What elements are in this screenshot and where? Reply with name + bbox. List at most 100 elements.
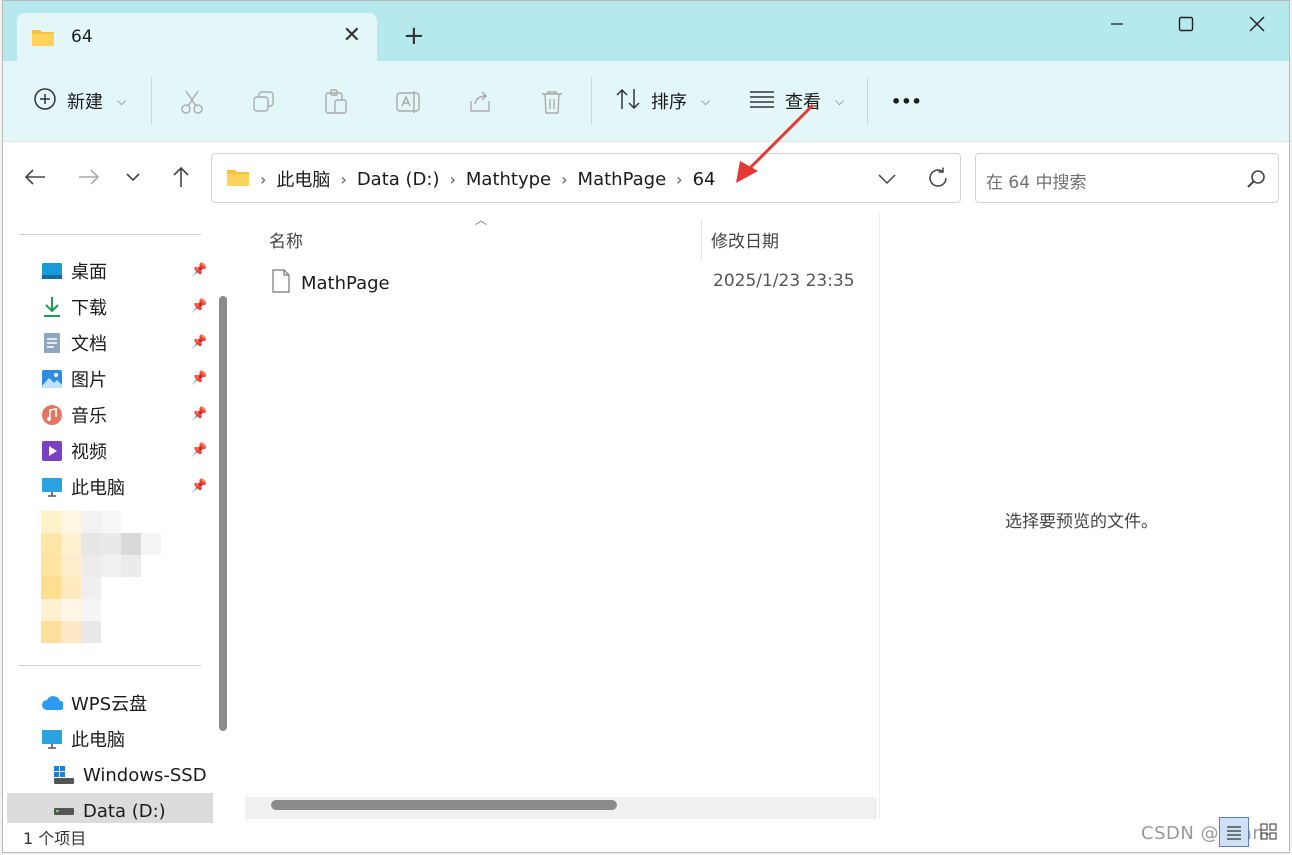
command-bar: 新建 ⌵ 排序 ⌵ 查看 ⌵ ••• xyxy=(3,61,1289,142)
chevron-down-icon: ⌵ xyxy=(701,93,711,108)
sidebar-item-wps-cloud[interactable]: WPS云盘 xyxy=(41,687,211,719)
breadcrumb: › 此电脑 › Data (D:) › Mathtype › MathPage … xyxy=(226,166,715,192)
forward-icon[interactable] xyxy=(77,165,101,195)
pin-icon[interactable]: 📌 xyxy=(191,443,207,458)
sidebar-divider xyxy=(19,665,201,666)
back-icon[interactable] xyxy=(23,165,47,195)
chevron-down-icon: ⌵ xyxy=(835,93,845,108)
file-list: ︿ 名称 修改日期 MathPage 2025/1/23 23:35 xyxy=(243,213,879,819)
column-header-name[interactable]: 名称 xyxy=(269,227,303,252)
music-icon xyxy=(41,404,63,426)
view-label: 查看 xyxy=(785,92,821,113)
copy-icon[interactable] xyxy=(251,89,277,119)
sidebar-item-desktop[interactable]: 桌面 xyxy=(41,255,211,287)
sidebar-item-pictures[interactable]: 图片 xyxy=(41,363,211,395)
sidebar-divider xyxy=(19,234,201,235)
file-name: MathPage xyxy=(301,273,390,294)
sidebar-item-documents[interactable]: 文档 xyxy=(41,327,211,359)
minimize-icon[interactable] xyxy=(1089,9,1145,39)
pin-icon[interactable]: 📌 xyxy=(191,407,207,422)
breadcrumb-item[interactable]: Mathtype xyxy=(466,169,551,190)
cut-icon[interactable] xyxy=(179,89,205,119)
pin-icon[interactable]: 📌 xyxy=(191,299,207,314)
sidebar-item-label: 图片 xyxy=(71,370,107,391)
new-button[interactable]: 新建 ⌵ xyxy=(33,83,126,119)
computer-icon xyxy=(41,728,63,750)
horizontal-scrollbar[interactable] xyxy=(271,800,617,810)
breadcrumb-chevron-icon[interactable]: › xyxy=(260,170,266,189)
new-tab-icon[interactable]: + xyxy=(403,23,425,49)
preview-message: 选择要预览的文件。 xyxy=(1005,512,1158,532)
tab-64[interactable]: 64 ✕ xyxy=(17,13,377,61)
sidebar-scrollbar[interactable] xyxy=(219,296,227,731)
view-button[interactable]: 查看 ⌵ xyxy=(749,83,844,119)
close-window-icon[interactable] xyxy=(1229,9,1285,39)
sidebar-item-windows-ssd[interactable]: Windows-SSD ( xyxy=(53,759,211,791)
breadcrumb-item[interactable]: 此电脑 xyxy=(276,166,330,192)
breadcrumb-item-current[interactable]: 64 xyxy=(693,169,716,190)
new-label: 新建 xyxy=(67,92,103,113)
sidebar-item-label: 此电脑 xyxy=(71,478,125,499)
chevron-down-icon: ⌵ xyxy=(117,93,127,108)
preview-divider[interactable] xyxy=(879,213,880,819)
address-bar[interactable]: › 此电脑 › Data (D:) › Mathtype › MathPage … xyxy=(211,153,961,203)
paste-icon[interactable] xyxy=(323,89,349,119)
sidebar-item-this-pc[interactable]: 此电脑 xyxy=(41,723,211,755)
pin-icon[interactable]: 📌 xyxy=(191,263,207,278)
breadcrumb-item[interactable]: MathPage xyxy=(578,169,667,190)
desktop-icon xyxy=(41,260,63,282)
file-explorer-window: 64 ✕ + 新建 ⌵ 排序 ⌵ 查看 ⌵ ••• › 此电脑 › Data (… xyxy=(2,0,1290,853)
sidebar-item-label: 下载 xyxy=(71,298,107,319)
breadcrumb-chevron-icon[interactable]: › xyxy=(340,170,346,189)
more-options-icon[interactable]: ••• xyxy=(891,83,922,119)
file-row[interactable]: MathPage xyxy=(271,269,390,298)
plus-circle-icon xyxy=(33,87,57,116)
download-icon xyxy=(41,296,63,318)
title-bar: 64 ✕ + xyxy=(3,1,1289,61)
sidebar-item-label: WPS云盘 xyxy=(71,694,148,715)
sidebar-item-label: 视频 xyxy=(71,442,107,463)
delete-icon[interactable] xyxy=(539,89,565,119)
search-input[interactable]: 在 64 中搜索 xyxy=(986,168,1086,193)
sidebar-item-data-drive[interactable]: Data (D:) xyxy=(53,795,211,827)
folder-icon xyxy=(31,27,55,51)
details-view-button[interactable] xyxy=(1219,817,1249,847)
pin-icon[interactable]: 📌 xyxy=(191,371,207,386)
close-tab-icon[interactable]: ✕ xyxy=(343,25,361,47)
pin-icon[interactable]: 📌 xyxy=(191,335,207,350)
breadcrumb-chevron-icon[interactable]: › xyxy=(561,170,567,189)
view-lines-icon xyxy=(749,89,775,114)
sort-icon xyxy=(615,87,641,116)
breadcrumb-chevron-icon[interactable]: › xyxy=(676,170,682,189)
sidebar-item-music[interactable]: 音乐 xyxy=(41,399,211,431)
share-icon[interactable] xyxy=(467,89,493,119)
sidebar-item-videos[interactable]: 视频 xyxy=(41,435,211,467)
up-icon[interactable] xyxy=(169,165,193,195)
column-divider[interactable] xyxy=(701,219,702,259)
sort-label: 排序 xyxy=(651,92,687,113)
file-icon xyxy=(271,269,291,298)
address-history-chevron-icon[interactable] xyxy=(876,166,898,194)
pixelated-redaction xyxy=(41,511,165,647)
pin-icon[interactable]: 📌 xyxy=(191,479,207,494)
rename-icon[interactable] xyxy=(395,89,421,119)
sidebar-item-downloads[interactable]: 下载 xyxy=(41,291,211,323)
tiles-view-button[interactable] xyxy=(1255,817,1285,847)
maximize-icon[interactable] xyxy=(1158,9,1214,39)
toolbar-divider xyxy=(867,77,868,125)
refresh-icon[interactable] xyxy=(926,166,950,194)
pictures-icon xyxy=(41,368,63,390)
sidebar-item-label: Windows-SSD ( xyxy=(83,764,211,786)
sidebar-item-this-pc[interactable]: 此电脑 xyxy=(41,471,211,503)
breadcrumb-chevron-icon[interactable]: › xyxy=(449,170,455,189)
search-box[interactable]: 在 64 中搜索 xyxy=(975,153,1279,203)
documents-icon xyxy=(41,332,63,354)
recent-locations-chevron-icon[interactable] xyxy=(123,165,143,195)
breadcrumb-item[interactable]: Data (D:) xyxy=(357,169,440,190)
toolbar-divider xyxy=(591,77,592,125)
watermark: CSDN @Lean- xyxy=(1141,823,1272,844)
sort-ascending-icon: ︿ xyxy=(475,213,488,227)
sort-button[interactable]: 排序 ⌵ xyxy=(615,83,710,119)
status-item-count: 1 个项目 xyxy=(23,829,87,848)
column-header-modified[interactable]: 修改日期 xyxy=(711,227,779,252)
